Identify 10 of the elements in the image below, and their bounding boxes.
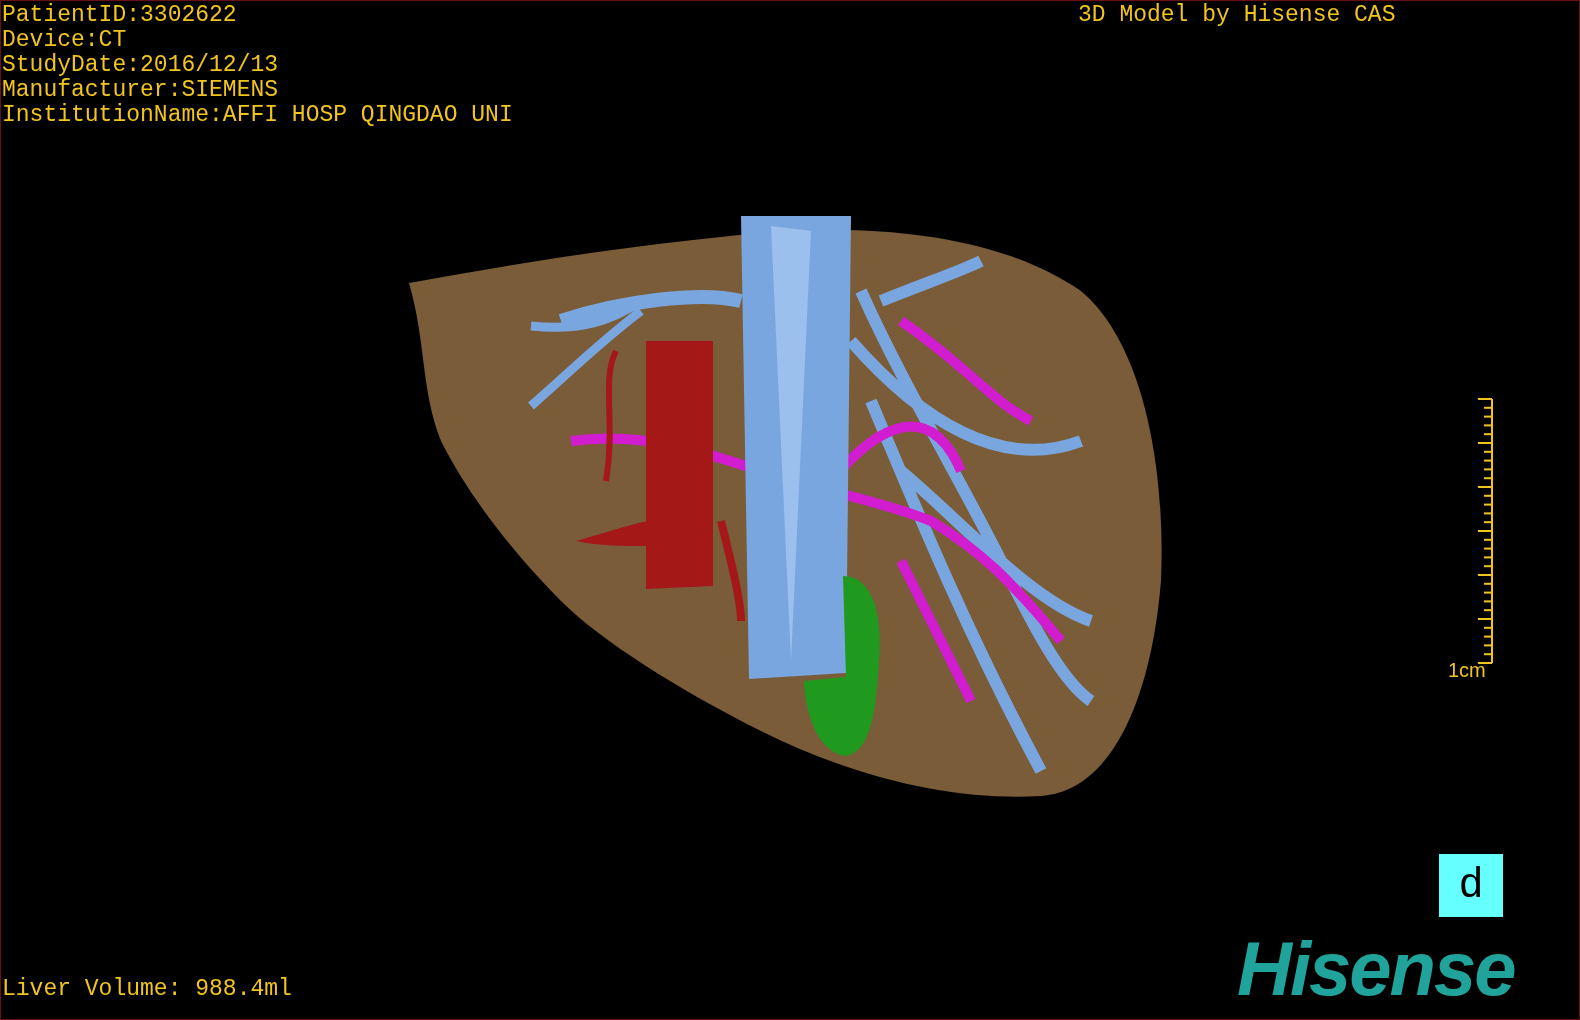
brand-logo: Hisense — [1237, 929, 1515, 1009]
orientation-button[interactable]: d — [1439, 854, 1503, 917]
liver-volume-text: Liver Volume: 988.4ml — [2, 977, 292, 1002]
study-info-line: Device:CT — [2, 28, 128, 53]
study-info-line: PatientID:3302622 — [2, 3, 238, 28]
study-info-line: StudyDate:2016/12/13 — [2, 53, 280, 78]
scale-label: 1cm — [1448, 659, 1486, 681]
study-info-line: InstitutionName:AFFI HOSP QINGDAO UNI — [2, 103, 513, 128]
study-info-line: Manufacturer:SIEMENS — [2, 78, 280, 103]
viewer-title: 3D Model by Hisense CAS — [1078, 3, 1396, 28]
